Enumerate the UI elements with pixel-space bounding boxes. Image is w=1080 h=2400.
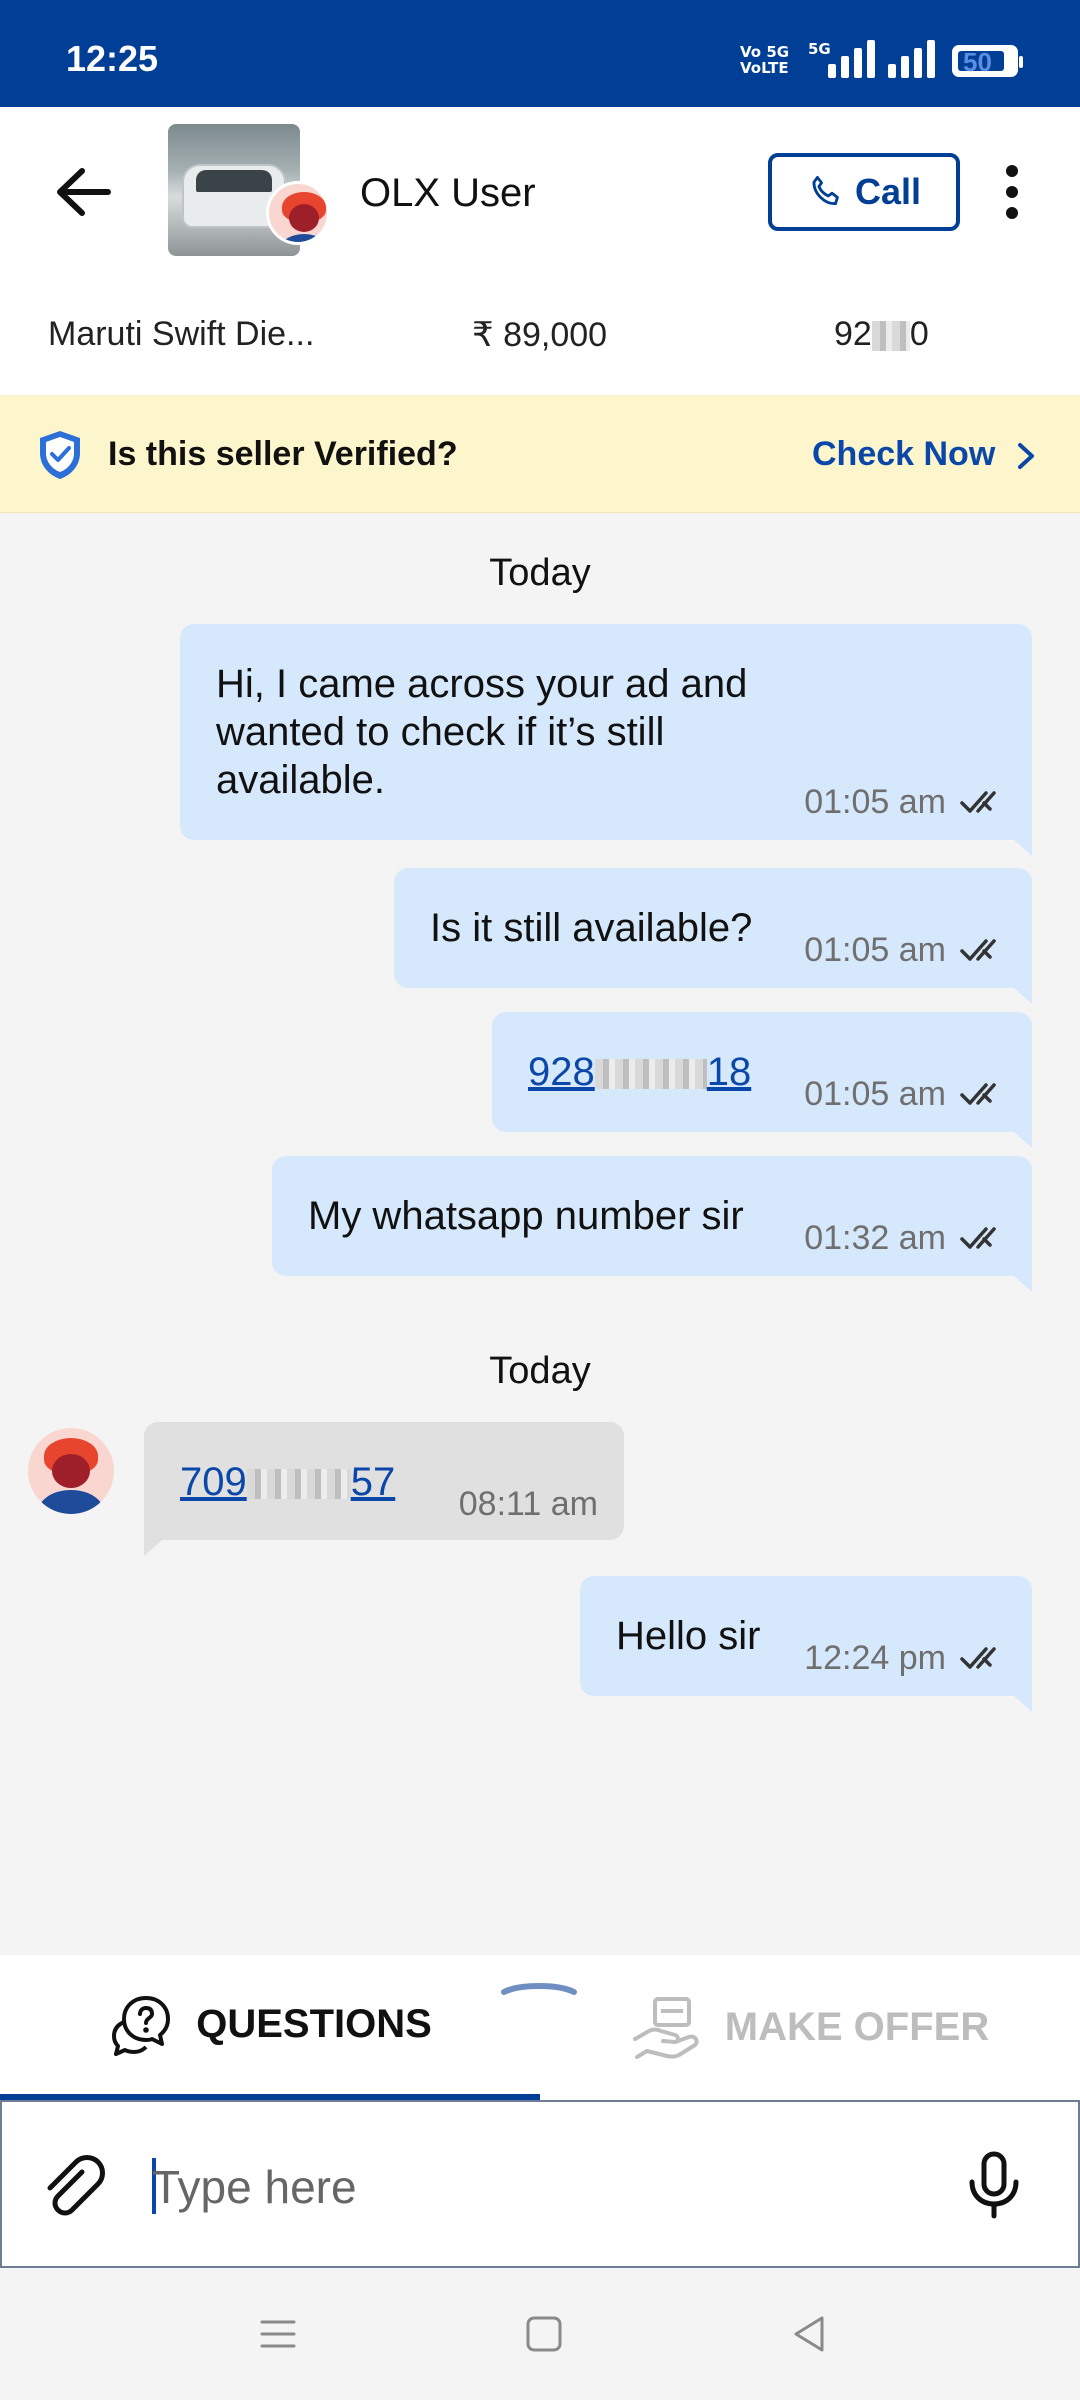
attach-icon[interactable] — [38, 2150, 108, 2220]
message-composer — [0, 2100, 1080, 2268]
avatar — [266, 181, 330, 245]
ad-price: ₹ 89,000 — [472, 316, 608, 354]
ad-km: 92 0 — [834, 315, 929, 354]
message-text: Hello sir — [616, 1614, 761, 1658]
message-text: Hi, I came across your ad and wanted to … — [216, 662, 748, 802]
composer-tabs: QUESTIONS MAKE OFFER — [0, 1955, 1080, 2100]
date-divider: Today — [489, 1350, 591, 1392]
double-tick-icon — [960, 1647, 996, 1669]
chat-header: OLX User Call — [0, 107, 1080, 275]
make-offer-icon — [632, 1996, 699, 2059]
ad-km-suffix: 0 — [909, 315, 929, 353]
more-vert-icon[interactable] — [992, 157, 1032, 227]
message-text: My whatsapp number sir — [308, 1194, 744, 1238]
signal-icon-2 — [888, 40, 935, 78]
status-time: 12:25 — [66, 38, 159, 79]
status-bar: 12:25 Vo 5G VoLTE 5G 50 — [0, 0, 1080, 107]
double-tick-icon — [960, 1083, 996, 1105]
redacted-block — [594, 1059, 707, 1090]
shield-check-icon — [40, 431, 80, 479]
phone-number-link[interactable]: 709 57 — [180, 1460, 395, 1505]
message-bubble-outgoing[interactable]: My whatsapp number sir 01:32 am — [272, 1156, 1032, 1292]
date-divider: Today — [489, 552, 591, 594]
contact-name[interactable]: OLX User — [360, 171, 536, 216]
message-time: 01:05 am — [804, 1075, 946, 1113]
network-indicator: Vo 5G VoLTE — [740, 43, 790, 77]
questions-icon — [112, 1995, 171, 2056]
menu-icon[interactable] — [256, 2312, 300, 2356]
home-icon[interactable] — [522, 2312, 566, 2356]
call-label: Call — [854, 171, 922, 212]
battery-icon: 50 — [952, 45, 1023, 77]
system-nav-bar — [0, 2268, 1080, 2400]
phone-number-link[interactable]: 928 18 — [528, 1050, 751, 1094]
tab-questions[interactable]: QUESTIONS — [0, 1955, 540, 2100]
double-tick-icon — [960, 939, 996, 961]
signal-icon — [828, 40, 875, 78]
message-time: 01:05 am — [804, 931, 946, 969]
battery-level: 50 — [963, 47, 992, 77]
avatar[interactable] — [28, 1428, 114, 1514]
ad-info-bar[interactable]: Maruti Swift Die... ₹ 89,000 92 0 — [0, 275, 1080, 395]
back-nav-icon[interactable] — [788, 2312, 832, 2356]
call-button[interactable]: Call — [768, 153, 960, 231]
double-tick-icon — [960, 791, 996, 813]
tab-questions-label: QUESTIONS — [196, 2002, 432, 2046]
double-tick-icon — [960, 1227, 996, 1249]
message-bubble-outgoing[interactable]: Hello sir 12:24 pm — [580, 1576, 1032, 1712]
phone-icon — [812, 176, 839, 206]
message-time: 01:32 am — [804, 1219, 946, 1257]
message-time: 12:24 pm — [804, 1639, 946, 1677]
ad-km-prefix: 92 — [834, 315, 872, 353]
message-time: 01:05 am — [804, 783, 946, 821]
ad-title: Maruti Swift Die... — [48, 315, 315, 353]
message-bubble-incoming[interactable]: 709 57 08:11 am — [144, 1422, 624, 1556]
check-now-link[interactable]: Check Now — [812, 435, 995, 474]
message-bubble-outgoing[interactable]: 928 18 01:05 am — [492, 1012, 1032, 1148]
redacted-block — [246, 1469, 351, 1500]
mic-icon[interactable] — [964, 2150, 1024, 2220]
tab-make-offer-label: MAKE OFFER — [724, 2005, 990, 2049]
chevron-right-icon — [1018, 443, 1034, 469]
verify-question: Is this seller Verified? — [108, 435, 458, 473]
message-input[interactable] — [152, 2142, 912, 2232]
message-time: 08:11 am — [458, 1485, 598, 1523]
message-bubble-outgoing[interactable]: Hi, I came across your ad and wanted to … — [180, 624, 1032, 856]
redacted-block — [871, 321, 910, 352]
back-arrow-icon[interactable] — [48, 157, 118, 227]
message-bubble-outgoing[interactable]: Is it still available? 01:05 am — [394, 868, 1032, 1004]
message-text: Is it still available? — [430, 906, 753, 950]
tab-make-offer[interactable]: MAKE OFFER — [540, 1955, 1080, 2100]
seller-verify-banner[interactable]: Is this seller Verified? Check Now — [0, 395, 1080, 513]
expand-handle-icon[interactable] — [500, 1980, 578, 1996]
